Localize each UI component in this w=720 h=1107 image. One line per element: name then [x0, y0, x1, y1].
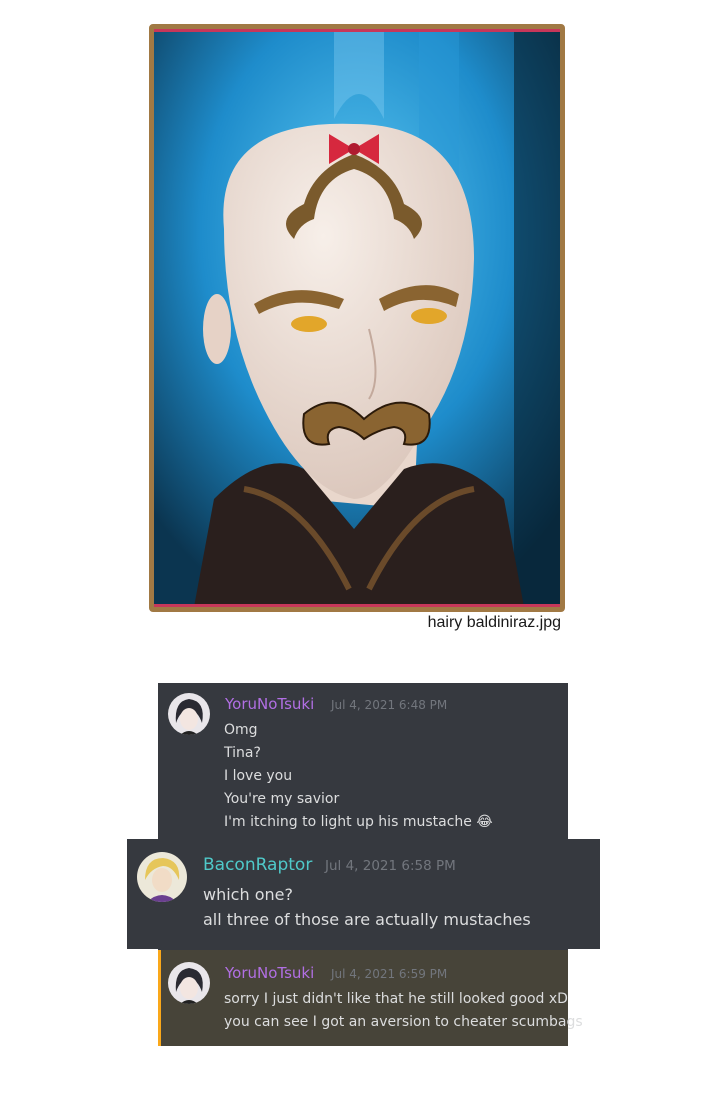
user-avatar-icon — [137, 852, 187, 902]
image-caption: hairy baldiniraz.jpg — [427, 614, 561, 631]
message-line: Omg — [224, 722, 258, 738]
avatar[interactable] — [137, 852, 187, 902]
user-avatar-icon — [168, 693, 210, 735]
laughing-emoji-icon: 😂 — [476, 814, 493, 830]
chat-message-popout: BaconRaptor Jul 4, 2021 6:58 PM which on… — [127, 839, 600, 949]
message-line: sorry I just didn't like that he still l… — [224, 991, 568, 1007]
avatar[interactable] — [168, 962, 210, 1004]
mention-bar — [158, 950, 161, 1046]
author-name[interactable]: YoruNoTsuki — [225, 695, 314, 713]
message-line: I love you — [224, 768, 293, 784]
author-name[interactable]: YoruNoTsuki — [225, 964, 314, 982]
message-line: You're my savior — [224, 791, 340, 807]
author-name[interactable]: BaconRaptor — [203, 855, 312, 875]
message-line: all three of those are actually mustache… — [203, 910, 531, 929]
message-line: you can see I got an aversion to cheater… — [224, 1014, 583, 1030]
bald-man-mustache-illustration — [154, 29, 560, 607]
message-text: I'm itching to light up his mustache — [224, 814, 472, 830]
avatar[interactable] — [168, 693, 210, 735]
message-line: I'm itching to light up his mustache 😂 — [224, 814, 493, 830]
artwork-image — [149, 24, 565, 612]
timestamp: Jul 4, 2021 6:59 PM — [331, 967, 448, 981]
timestamp: Jul 4, 2021 6:58 PM — [325, 858, 456, 874]
timestamp: Jul 4, 2021 6:48 PM — [331, 698, 448, 712]
user-avatar-icon — [168, 962, 210, 1004]
mentioned-message: YoruNoTsuki Jul 4, 2021 6:59 PM sorry I … — [158, 950, 583, 1046]
message-line: which one? — [203, 885, 293, 904]
message-line: Tina? — [224, 745, 261, 761]
